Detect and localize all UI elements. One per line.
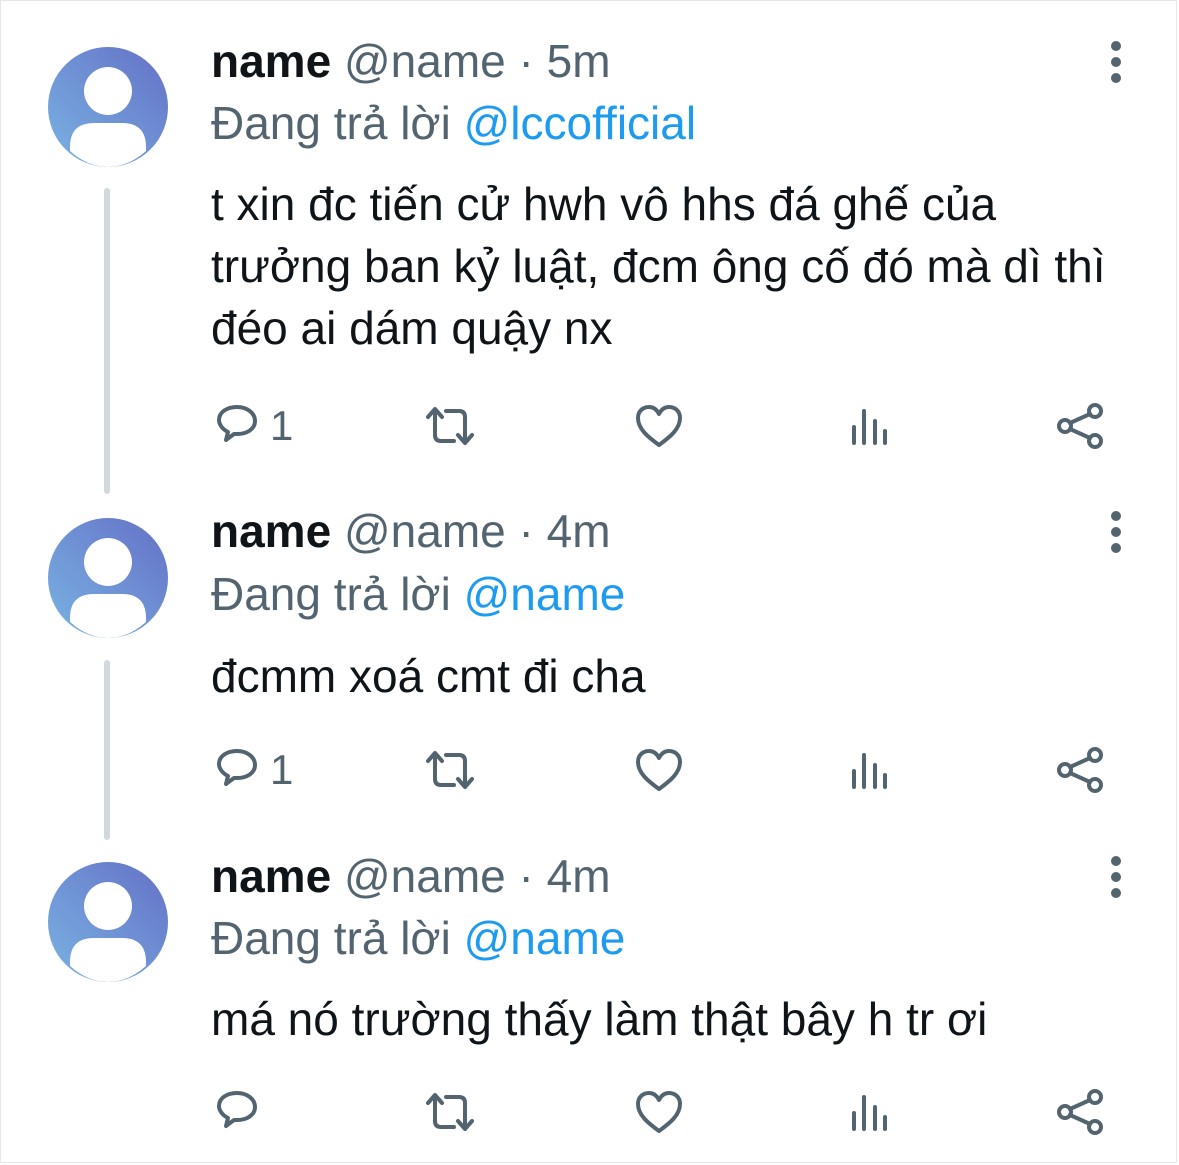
timestamp[interactable]: 4m — [547, 505, 611, 557]
retweet-icon — [426, 407, 474, 445]
more-vertical-icon — [1111, 856, 1121, 898]
avatar-placeholder-icon — [48, 47, 168, 167]
views-button[interactable] — [850, 740, 890, 800]
display-name[interactable]: name — [211, 505, 331, 557]
reply-icon — [217, 749, 257, 786]
avatar-placeholder-icon — [48, 518, 168, 638]
tweet[interactable]: name @name · 5m Đang trả lời @lccofficia… — [0, 0, 1179, 470]
timestamp[interactable]: 5m — [547, 35, 611, 87]
more-vertical-icon — [1111, 41, 1121, 83]
handle[interactable]: @name — [344, 505, 506, 557]
reply-count: 1 — [270, 746, 294, 793]
tweet-text: t xin đc tiến cử hwh vô hhs đá ghế của t… — [211, 178, 1119, 354]
share-button[interactable] — [1057, 740, 1105, 800]
reply-context: Đang trả lời @name — [211, 567, 625, 621]
avatar[interactable] — [48, 47, 168, 167]
share-button[interactable] — [1057, 396, 1105, 456]
more-vertical-icon — [1111, 511, 1121, 553]
like-icon — [636, 1091, 682, 1133]
more-options-button[interactable] — [1100, 508, 1132, 556]
handle[interactable]: @name — [344, 850, 506, 902]
tweet-header: name @name · 5m — [211, 34, 611, 88]
reply-mention-link[interactable]: @lccofficial — [464, 97, 696, 149]
separator: · — [518, 505, 534, 557]
tweet-actions: 1 — [0, 740, 1179, 800]
tweet-header: name @name · 4m — [211, 504, 611, 558]
views-icon — [852, 409, 887, 445]
display-name[interactable]: name — [211, 35, 331, 87]
more-options-button[interactable] — [1100, 853, 1132, 901]
like-icon — [636, 405, 682, 447]
views-icon — [852, 753, 887, 789]
reply-button[interactable]: 1 — [214, 396, 293, 456]
tweet-text: má nó trường thấy làm thật bây h tr ơi — [211, 993, 988, 1045]
separator: · — [518, 35, 534, 87]
separator: · — [518, 850, 534, 902]
share-icon — [1057, 1089, 1103, 1135]
retweet-icon — [426, 751, 474, 789]
reply-prefix: Đang trả lời — [211, 912, 451, 964]
reply-mention-link[interactable]: @name — [464, 568, 626, 620]
display-name[interactable]: name — [211, 850, 331, 902]
retweet-button[interactable] — [424, 740, 476, 800]
share-icon — [1057, 403, 1103, 449]
reply-button[interactable]: 1 — [214, 740, 293, 800]
tweet-actions — [0, 1082, 1179, 1142]
reply-count: 1 — [270, 402, 294, 449]
views-button[interactable] — [850, 1082, 890, 1142]
reply-context: Đang trả lời @name — [211, 911, 625, 965]
avatar-placeholder-icon — [48, 862, 168, 982]
reply-mention-link[interactable]: @name — [464, 912, 626, 964]
like-button[interactable] — [634, 740, 684, 800]
tweet-header: name @name · 4m — [211, 849, 611, 903]
timestamp[interactable]: 4m — [547, 850, 611, 902]
tweet-actions: 1 — [0, 396, 1179, 456]
share-button[interactable] — [1057, 1082, 1105, 1142]
views-icon — [852, 1095, 887, 1131]
like-icon — [636, 749, 682, 791]
more-options-button[interactable] — [1100, 38, 1132, 86]
views-button[interactable] — [850, 396, 890, 456]
reply-prefix: Đang trả lời — [211, 97, 451, 149]
reply-prefix: Đang trả lời — [211, 568, 451, 620]
share-icon — [1057, 747, 1103, 793]
retweet-button[interactable] — [424, 396, 476, 456]
reply-icon — [217, 1091, 257, 1128]
reply-context: Đang trả lời @lccofficial — [211, 96, 696, 150]
reply-button[interactable] — [214, 1082, 270, 1142]
like-button[interactable] — [634, 1082, 684, 1142]
like-button[interactable] — [634, 396, 684, 456]
avatar[interactable] — [48, 862, 168, 982]
tweet-text: đcmm xoá cmt đi cha — [211, 650, 646, 702]
handle[interactable]: @name — [344, 35, 506, 87]
reply-icon — [217, 405, 257, 442]
retweet-button[interactable] — [424, 1082, 476, 1142]
retweet-icon — [426, 1093, 474, 1131]
avatar[interactable] — [48, 518, 168, 638]
